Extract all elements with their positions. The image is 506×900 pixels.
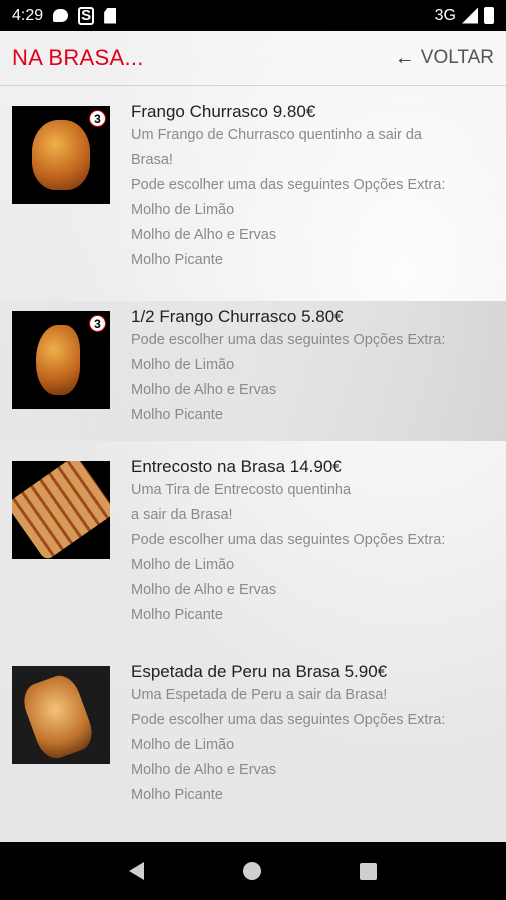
menu-item-image: [12, 666, 110, 764]
chicken-image: [32, 120, 90, 190]
header-divider: [0, 85, 506, 86]
menu-item-line: Molho de Alho e Ervas: [131, 762, 277, 778]
menu-item-line: Molho Picante: [131, 607, 223, 623]
skewer-image: [18, 670, 98, 764]
back-button[interactable]: ← VOLTAR: [395, 47, 494, 70]
menu-item-line: Molho Picante: [131, 407, 223, 423]
menu-item-line: Molho de Limão: [131, 202, 235, 218]
page-title: NA BRASA...: [12, 45, 144, 70]
arrow-left-icon: ←: [394, 46, 415, 69]
app-notification-icon: S: [78, 6, 95, 25]
menu-item-line: Brasa!: [131, 152, 173, 168]
spice-badge: 3: [89, 110, 106, 127]
network-type: 3G: [434, 6, 456, 24]
menu-item-line: Uma Espetada de Peru a sair da Brasa!: [131, 687, 388, 703]
menu-item-line: Pode escolher uma das seguintes Opções E…: [131, 712, 446, 728]
menu-item-line: Molho de Limão: [131, 357, 235, 373]
menu-item-line: a sair da Brasa!: [131, 507, 233, 523]
menu-item-title: Entrecosto na Brasa 14.90€: [131, 457, 342, 476]
nav-back-icon[interactable]: [129, 862, 145, 880]
menu-item-image: 3: [12, 311, 110, 409]
menu-item-line: Um Frango de Churrasco quentinho a sair …: [131, 127, 422, 143]
menu-item-line: Molho Picante: [131, 252, 223, 268]
menu-item-line: Molho de Alho e Ervas: [131, 227, 277, 243]
chat-notification-icon: [53, 9, 69, 22]
menu-item-title: Frango Churrasco 9.80€: [131, 102, 316, 121]
menu-item-line: Molho de Limão: [131, 557, 235, 573]
menu-item-line: Uma Tira de Entrecosto quentinha: [131, 482, 352, 498]
menu-item-text: Espetada de Peru na Brasa 5.90€ Uma Espe…: [131, 656, 501, 836]
menu-item[interactable]: Entrecosto na Brasa 14.90€ Uma Tira de E…: [0, 451, 506, 656]
menu-item-text: Frango Churrasco 9.80€ Um Frango de Chur…: [131, 96, 501, 301]
ribs-image: [12, 461, 110, 559]
menu-item-image: 3: [12, 106, 110, 204]
menu-item-title: Espetada de Peru na Brasa 5.90€: [131, 662, 388, 681]
menu-item-text: 1/2 Frango Churrasco 5.80€ Pode escolher…: [131, 301, 501, 451]
menu-item-image: [12, 461, 110, 559]
status-time: 4:29: [12, 6, 44, 24]
half-chicken-image: [36, 325, 80, 395]
nav-home-icon[interactable]: [242, 862, 261, 880]
menu-item-line: Pode escolher uma das seguintes Opções E…: [131, 532, 446, 548]
menu-list: 3 Frango Churrasco 9.80€ Um Frango de Ch…: [0, 96, 506, 836]
app-bar: NA BRASA... ← VOLTAR: [0, 31, 506, 85]
back-button-label: VOLTAR: [420, 47, 494, 68]
menu-item-line: Molho de Alho e Ervas: [131, 582, 277, 598]
nav-recents-icon[interactable]: [359, 862, 377, 880]
menu-item[interactable]: Espetada de Peru na Brasa 5.90€ Uma Espe…: [0, 656, 506, 836]
menu-item-line: Pode escolher uma das seguintes Opções E…: [131, 332, 446, 348]
system-nav-bar: [0, 842, 506, 900]
menu-item-title: 1/2 Frango Churrasco 5.80€: [131, 307, 344, 326]
menu-item[interactable]: 3 Frango Churrasco 9.80€ Um Frango de Ch…: [0, 96, 506, 301]
status-bar: 4:29 S 3G: [0, 0, 506, 31]
menu-item[interactable]: 3 1/2 Frango Churrasco 5.80€ Pode escolh…: [0, 301, 506, 451]
menu-item-line: Molho de Alho e Ervas: [131, 382, 277, 398]
menu-item-line: Molho de Limão: [131, 737, 235, 753]
menu-item-line: Molho Picante: [131, 787, 223, 803]
menu-item-text: Entrecosto na Brasa 14.90€ Uma Tira de E…: [131, 451, 501, 656]
signal-icon: [462, 7, 478, 24]
menu-item-line: Pode escolher uma das seguintes Opções E…: [131, 177, 446, 193]
spice-badge: 3: [89, 315, 106, 332]
battery-icon: [484, 7, 494, 24]
sd-card-icon: [104, 7, 117, 24]
